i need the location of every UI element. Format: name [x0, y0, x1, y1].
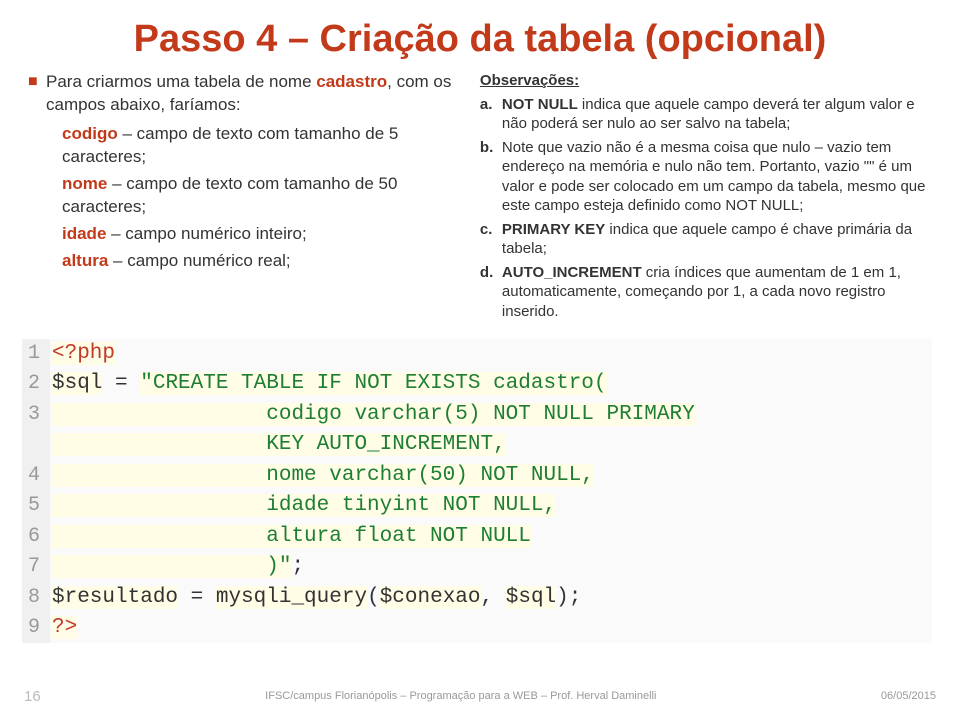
code-cell: KEY AUTO_INCREMENT, — [50, 430, 506, 460]
code-cell: altura float NOT NULL — [50, 522, 531, 552]
field1-key: codigo — [62, 124, 118, 143]
footer: 16 IFSC/campus Florianópolis – Programaç… — [0, 684, 960, 708]
field-idade: idade – campo numérico inteiro; — [62, 223, 462, 246]
field4-text: – campo numérico real; — [108, 251, 290, 270]
var-sql: $sql — [52, 372, 102, 395]
lineno: 1 — [22, 339, 50, 369]
var-conexao: $conexao — [380, 586, 481, 609]
fn-mysqli: mysqli_query — [216, 586, 367, 609]
comma: , — [481, 586, 506, 609]
obs-d-text: AUTO_INCREMENT cria índices que aumentam… — [502, 263, 932, 322]
obs-c-key: PRIMARY KEY — [502, 221, 605, 238]
code-line-4: 4 nome varchar(50) NOT NULL, — [22, 461, 932, 491]
obs-b: b. Note que vazio não é a mesma coisa qu… — [480, 138, 932, 216]
str: "CREATE TABLE IF NOT EXISTS cadastro( — [140, 372, 606, 395]
field3-text: – campo numérico inteiro; — [106, 224, 306, 243]
bullet-icon: ■ — [28, 71, 46, 117]
code-line-5: 5 idade tinyint NOT NULL, — [22, 491, 932, 521]
code-line-3: 3 codigo varchar(5) NOT NULL PRIMARY — [22, 400, 932, 430]
php-close: ?> — [52, 616, 77, 639]
obs-heading: Observações: — [480, 71, 932, 91]
field-altura: altura – campo numérico real; — [62, 250, 462, 273]
code-line-6: 6 altura float NOT NULL — [22, 522, 932, 552]
code-line-2: 2 $sql = "CREATE TABLE IF NOT EXISTS cad… — [22, 369, 932, 399]
field-codigo: codigo – campo de texto com tamanho de 5… — [62, 123, 462, 169]
obs-c-text: PRIMARY KEY indica que aquele campo é ch… — [502, 220, 932, 259]
code-cell: <?php — [50, 339, 115, 369]
field-nome: nome – campo de texto com tamanho de 50 … — [62, 173, 462, 219]
str: idade tinyint NOT NULL, — [52, 494, 556, 517]
lineno: 9 — [22, 613, 50, 643]
var-resultado: $resultado — [52, 586, 178, 609]
lineno — [22, 430, 50, 460]
str: )" — [52, 555, 291, 578]
code-line-9: 9 ?> — [22, 613, 932, 643]
lineno: 6 — [22, 522, 50, 552]
str: altura float NOT NULL — [52, 525, 531, 548]
code-line-1: 1 <?php — [22, 339, 932, 369]
paren: ( — [367, 586, 380, 609]
code-block: 1 <?php 2 $sql = "CREATE TABLE IF NOT EX… — [22, 339, 932, 643]
intro-bullet: ■ Para criarmos uma tabela de nome cadas… — [28, 71, 462, 117]
obs-a-text: NOT NULL indica que aquele campo deverá … — [502, 95, 932, 134]
footer-date: 06/05/2015 — [881, 690, 936, 702]
field2-text: – campo de texto com tamanho de 50 carac… — [62, 174, 397, 216]
lineno: 8 — [22, 583, 50, 613]
lineno: 2 — [22, 369, 50, 399]
code-line-3b: KEY AUTO_INCREMENT, — [22, 430, 932, 460]
obs-d: d. AUTO_INCREMENT cria índices que aumen… — [480, 263, 932, 322]
field3-key: idade — [62, 224, 106, 243]
obs-c: c. PRIMARY KEY indica que aquele campo é… — [480, 220, 932, 259]
op-eq: = — [178, 586, 216, 609]
obs-d-key: AUTO_INCREMENT — [502, 264, 642, 281]
lineno: 3 — [22, 400, 50, 430]
code-cell: codigo varchar(5) NOT NULL PRIMARY — [50, 400, 695, 430]
field4-key: altura — [62, 251, 108, 270]
page-number: 16 — [24, 688, 41, 705]
php-open: <?php — [52, 342, 115, 365]
code-cell: idade tinyint NOT NULL, — [50, 491, 556, 521]
intro-text: Para criarmos uma tabela de nome cadastr… — [46, 71, 462, 117]
str: nome varchar(50) NOT NULL, — [52, 464, 594, 487]
footer-center: IFSC/campus Florianópolis – Programação … — [265, 690, 656, 702]
obs-d-label: d. — [480, 263, 502, 322]
slide: Passo 4 – Criação da tabela (opcional) ■… — [0, 0, 960, 720]
right-column: Observações: a. NOT NULL indica que aque… — [480, 71, 932, 325]
code-cell: ?> — [50, 613, 77, 643]
code-cell: nome varchar(50) NOT NULL, — [50, 461, 594, 491]
obs-b-label: b. — [480, 138, 502, 216]
obs-a-key: NOT NULL — [502, 96, 578, 113]
columns: ■ Para criarmos uma tabela de nome cadas… — [28, 71, 932, 325]
var-sql2: $sql — [506, 586, 556, 609]
lineno: 4 — [22, 461, 50, 491]
lineno: 5 — [22, 491, 50, 521]
lineno: 7 — [22, 552, 50, 582]
field2-key: nome — [62, 174, 107, 193]
paren-close: ); — [556, 586, 581, 609]
code-line-7: 7 )"; — [22, 552, 932, 582]
str: codigo varchar(5) NOT NULL PRIMARY — [52, 403, 695, 426]
intro-a: Para criarmos uma tabela de nome — [46, 72, 316, 91]
obs-c-label: c. — [480, 220, 502, 259]
obs-b-text: Note que vazio não é a mesma coisa que n… — [502, 138, 932, 216]
semi: ; — [291, 555, 304, 578]
left-column: ■ Para criarmos uma tabela de nome cadas… — [28, 71, 462, 325]
op-eq: = — [102, 372, 140, 395]
code-line-8: 8 $resultado = mysqli_query($conexao, $s… — [22, 583, 932, 613]
code-cell: $resultado = mysqli_query($conexao, $sql… — [50, 583, 581, 613]
code-cell: $sql = "CREATE TABLE IF NOT EXISTS cadas… — [50, 369, 607, 399]
obs-a-label: a. — [480, 95, 502, 134]
str: KEY AUTO_INCREMENT, — [52, 433, 506, 456]
code-cell: )"; — [50, 552, 304, 582]
intro-kw: cadastro — [316, 72, 387, 91]
slide-title: Passo 4 – Criação da tabela (opcional) — [28, 18, 932, 61]
obs-a: a. NOT NULL indica que aquele campo deve… — [480, 95, 932, 134]
